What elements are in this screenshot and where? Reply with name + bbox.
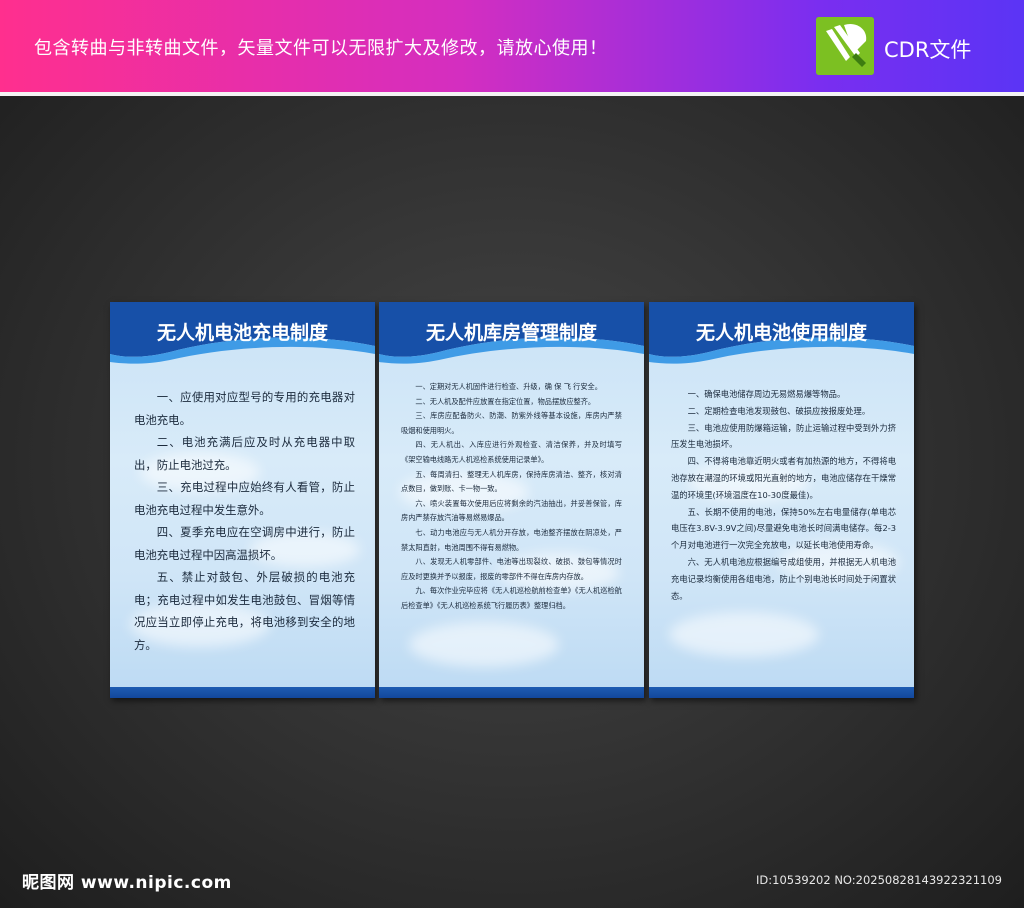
coreldraw-balloon-icon (816, 17, 874, 75)
panel-footer-bar (379, 687, 644, 698)
rule-paragraph: 二、无人机及配件应放置在指定位置，物品摆放应整齐。 (415, 396, 596, 406)
rule-paragraph: 一、定期对无人机固件进行检查、升级，确 保 飞 行安全。 (415, 382, 602, 391)
rule-paragraph: 九、每次作业完毕应将《无人机巡检航前检查单》《无人机巡检航后检查单》《无人机巡检… (401, 586, 622, 610)
rule-paragraph: 七、动力电池应与无人机分开存放，电池整齐摆放在阴凉处，严禁太阳直射，电池周围不得… (401, 527, 622, 552)
panel-title: 无人机电池充电制度 (156, 322, 328, 344)
rule-paragraph: 四、无人机出、入库应进行外观检查、清洁保养，并及时填写《架空输电线路无人机巡检系… (401, 440, 622, 464)
banner-text: 包含转曲与非转曲文件，矢量文件可以无限扩大及修改，请放心使用！ (34, 38, 608, 59)
panel-title: 无人机电池使用制度 (695, 322, 867, 344)
panel-footer-bar (649, 687, 914, 698)
rule-paragraph: 一、确保电池储存周边无易燃易爆等物品。 (687, 389, 846, 399)
rule-paragraph: 三、充电过程中应始终有人看管，防止电池充电过程中发生意外。 (134, 480, 355, 517)
panel-text: 一、应使用对应型号的专用的充电器对电池充电。 二、电池充满后应及时从充电器中取出… (134, 386, 355, 656)
rule-paragraph: 一、应使用对应型号的专用的充电器对电池充电。 (134, 390, 355, 427)
rule-paragraph: 三、电池应使用防爆箱运输，防止运输过程中受到外力挤压发生电池损坏。 (671, 422, 896, 450)
panel-header: 无人机库房管理制度 (379, 302, 644, 366)
panel-footer-bar (110, 687, 375, 698)
panel-text: 一、确保电池储存周边无易燃易爆等物品。 二、定期检查电池发现鼓包、破损应按报废处… (671, 386, 896, 604)
site-watermark: 昵图网 www.nipic.com (22, 873, 232, 893)
rule-paragraph: 六、无人机电池应根据编号成组使用，并根据无人机电池充电记录均衡使用各组电池，防止… (671, 556, 896, 601)
rule-paragraph: 二、电池充满后应及时从充电器中取出，防止电池过充。 (134, 435, 355, 472)
panel-warehouse-management: 无人机库房管理制度 一、定期对无人机固件进行检查、升级，确 保 飞 行安全。 二… (379, 302, 644, 698)
panel-battery-charging: 无人机电池充电制度 一、应使用对应型号的专用的充电器对电池充电。 二、电池充满后… (110, 302, 375, 698)
panel-text: 一、定期对无人机固件进行检查、升级，确 保 飞 行安全。 二、无人机及配件应放置… (401, 380, 622, 614)
rule-paragraph: 四、不得将电池靠近明火或者有加热源的地方，不得将电池存放在潮湿的环境或阳光直射的… (671, 456, 896, 500)
rule-paragraph: 八、发现无人机零部件、电池等出现裂纹、破损、鼓包等情况时应及时更换并予以报废，报… (401, 557, 622, 581)
top-banner: 包含转曲与非转曲文件，矢量文件可以无限扩大及修改，请放心使用！ CDR文件 (0, 0, 1024, 92)
cdr-file-label: CDR文件 (884, 38, 972, 62)
image-id-text: ID:10539202 NO:20250828143922321109 (756, 873, 1002, 887)
panel-header: 无人机电池充电制度 (110, 302, 375, 366)
panel-header: 无人机电池使用制度 (649, 302, 914, 366)
rule-paragraph: 四、夏季充电应在空调房中进行，防止电池充电过程中因高温损坏。 (134, 525, 355, 562)
rule-paragraph: 五、长期不使用的电池，保持50%左右电量储存(单电芯电压在3.8V-3.9V之间… (671, 506, 896, 551)
panel-title: 无人机库房管理制度 (425, 322, 597, 344)
rule-paragraph: 六、喷火装置每次使用后应将剩余的汽油抽出，并妥善保管，库房内严禁存放汽油等易燃易… (401, 498, 622, 523)
rule-paragraph: 五、每周清扫、整理无人机库房，保持库房清洁、整齐，核对清点数目，做到账、卡一物一… (401, 469, 622, 494)
rule-paragraph: 三、库房应配备防火、防潮、防紫外线等基本设施，库房内严禁吸烟和使用明火。 (401, 411, 622, 435)
rule-paragraph: 二、定期检查电池发现鼓包、破损应按报废处理。 (687, 405, 871, 416)
rule-paragraph: 五、禁止对鼓包、外层破损的电池充电；充电过程中如发生电池鼓包、冒烟等情况应当立即… (134, 570, 355, 652)
panel-battery-usage: 无人机电池使用制度 一、确保电池储存周边无易燃易爆等物品。 二、定期检查电池发现… (649, 302, 914, 698)
